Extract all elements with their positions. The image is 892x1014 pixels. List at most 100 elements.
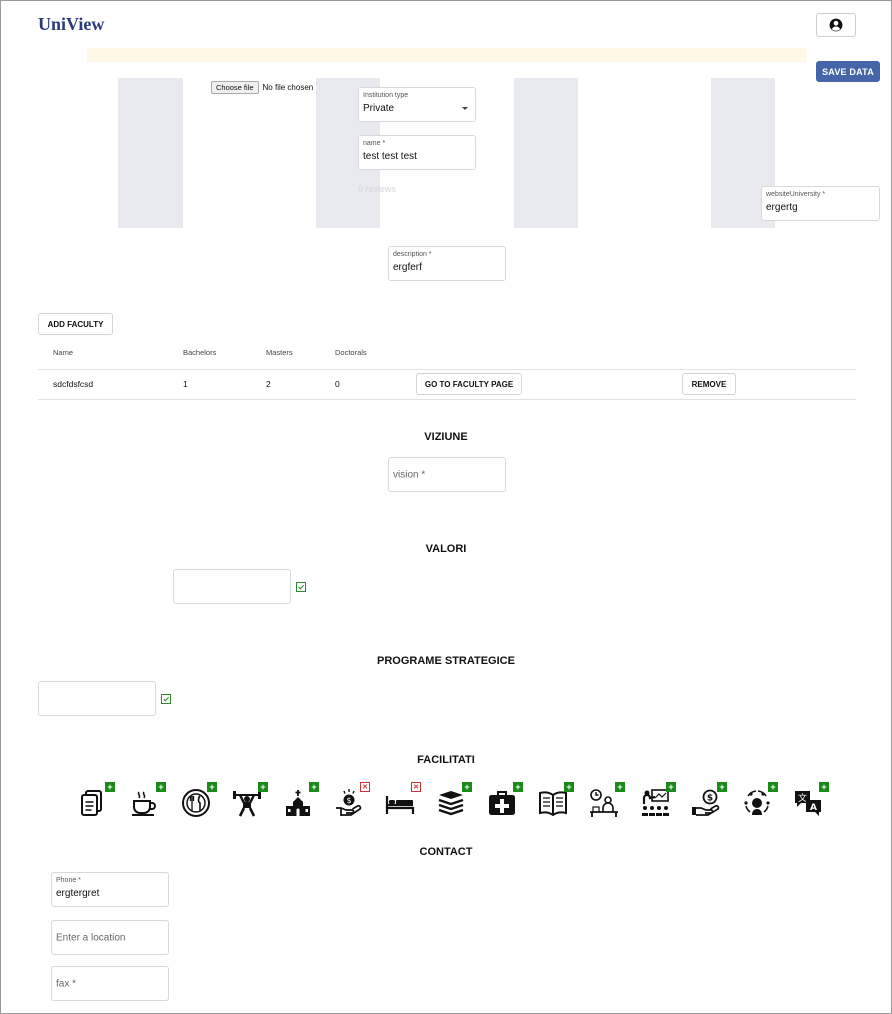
svg-text:$: $ (707, 794, 713, 804)
contact-heading: CONTACT (419, 846, 473, 858)
coffee-cup-icon (132, 791, 156, 816)
location-placeholder: Enter a location (56, 932, 126, 943)
facility-scholarship[interactable]: $ ✕ (331, 782, 375, 822)
facility-toggle-badge[interactable]: + (309, 782, 319, 792)
svg-text:文: 文 (798, 792, 807, 804)
institution-type-label: Institution type (363, 92, 409, 99)
facility-toggle-badge[interactable]: + (666, 782, 676, 792)
save-data-button[interactable]: SAVE DATA (816, 61, 880, 82)
vision-heading: VIZIUNE (424, 431, 468, 443)
phone-value: ergtergret (56, 888, 100, 899)
app-logo[interactable]: UniView (38, 14, 104, 35)
description-field[interactable]: description * ergferf (388, 246, 506, 281)
phone-field[interactable]: Phone * ergtergret (51, 872, 169, 907)
first-aid-kit-icon (489, 791, 515, 815)
facilities-heading: FACILITATI (417, 754, 475, 766)
website-value: ergertg (766, 202, 798, 213)
fax-placeholder: fax * (56, 978, 77, 989)
faculty-bachelors: 1 (183, 379, 188, 389)
translation-icon: 文A (795, 791, 821, 816)
facility-church[interactable]: + (280, 782, 324, 822)
facility-counseling[interactable]: + (739, 782, 783, 822)
phone-label: Phone * (56, 877, 81, 884)
facility-medical[interactable]: + (484, 782, 528, 822)
facility-languages[interactable]: 文A + (790, 782, 834, 822)
faculty-name: sdcfdsfcsd (53, 379, 94, 389)
facility-classroom[interactable]: + (637, 782, 681, 822)
values-heading: VALORI (425, 543, 467, 555)
programs-heading: PROGRAME STRATEGICE (377, 655, 515, 667)
values-input[interactable] (173, 569, 291, 604)
name-label: name * (363, 140, 386, 147)
remove-faculty-button[interactable]: REMOVE (682, 373, 736, 395)
faculty-doctorals: 0 (335, 379, 340, 389)
svg-text:A: A (810, 803, 817, 813)
bed-icon (385, 796, 415, 814)
restaurant-plate-icon (182, 789, 210, 817)
image-placeholder-3 (514, 78, 578, 228)
facility-gym[interactable]: + (229, 782, 273, 822)
institution-type-select[interactable]: Institution type Private (358, 87, 476, 122)
account-button[interactable] (816, 13, 856, 37)
institution-type-value: Private (363, 103, 395, 114)
facility-toggle-badge[interactable]: + (819, 782, 829, 792)
column-header-masters: Masters (266, 348, 293, 357)
table-row: sdcfdsfcsd 1 2 0 GO TO FACULTY PAGE REMO… (38, 370, 856, 399)
weightlifter-icon (233, 791, 261, 817)
go-to-faculty-button[interactable]: GO TO FACULTY PAGE (416, 373, 522, 395)
facility-toggle-badge[interactable]: ✕ (360, 782, 370, 792)
description-value: ergferf (393, 262, 422, 273)
mentoring-icon (744, 790, 770, 815)
programs-input[interactable] (38, 681, 156, 716)
dropdown-arrow-icon (462, 107, 468, 110)
facility-toggle-badge[interactable]: ✕ (411, 782, 421, 792)
image-placeholder-1 (118, 78, 183, 228)
money-hand-icon: $ (692, 789, 720, 816)
reviews-count: 0 reviews (358, 184, 397, 194)
facility-toggle-badge[interactable]: + (717, 782, 727, 792)
facility-toggle-badge[interactable]: + (105, 782, 115, 792)
facility-restaurant[interactable]: + (178, 782, 222, 822)
vision-placeholder: vision * (393, 469, 426, 480)
facility-toggle-badge[interactable]: + (615, 782, 625, 792)
facility-toggle-badge[interactable]: + (156, 782, 166, 792)
scholarship-hand-icon: $ (336, 789, 362, 816)
add-faculty-button[interactable]: ADD FACULTY (38, 313, 113, 335)
values-confirm-button[interactable] (296, 582, 306, 592)
facility-toggle-badge[interactable]: + (768, 782, 778, 792)
facility-library[interactable]: + (433, 782, 477, 822)
facility-toggle-badge[interactable]: + (564, 782, 574, 792)
vision-input[interactable]: vision * (388, 457, 506, 492)
check-icon (163, 696, 169, 702)
fax-input[interactable]: fax * (51, 966, 169, 1001)
classroom-icon (642, 789, 669, 816)
name-field[interactable]: name * test test test (358, 135, 476, 170)
website-field[interactable]: websiteUniversity * ergertg (761, 186, 880, 221)
check-icon (298, 584, 304, 590)
location-input[interactable]: Enter a location (51, 920, 169, 955)
facility-toggle-badge[interactable]: + (513, 782, 523, 792)
facility-study[interactable]: + (586, 782, 630, 822)
name-value: test test test (363, 151, 417, 162)
facility-cafe[interactable]: + (127, 782, 171, 822)
facility-reading[interactable]: + (535, 782, 579, 822)
facility-toggle-badge[interactable]: + (207, 782, 217, 792)
table-divider (38, 399, 856, 400)
programs-confirm-button[interactable] (161, 694, 171, 704)
faculty-masters: 2 (266, 379, 271, 389)
facility-financial-aid[interactable]: $ + (688, 782, 732, 822)
notice-banner (87, 48, 807, 62)
column-header-name: Name (53, 348, 74, 357)
account-circle-icon (829, 18, 843, 32)
choose-file-button[interactable]: Choose file (211, 81, 259, 94)
facility-toggle-badge[interactable]: + (258, 782, 268, 792)
svg-text:$: $ (346, 796, 351, 805)
facility-accommodation[interactable]: ✕ (382, 782, 426, 822)
facility-document[interactable]: + (76, 782, 120, 822)
open-book-icon (539, 791, 567, 817)
column-header-doctorals: Doctorals (335, 348, 367, 357)
study-desk-icon (590, 789, 618, 817)
file-status: No file chosen (262, 83, 314, 92)
church-icon (286, 790, 310, 816)
facility-toggle-badge[interactable]: + (462, 782, 472, 792)
